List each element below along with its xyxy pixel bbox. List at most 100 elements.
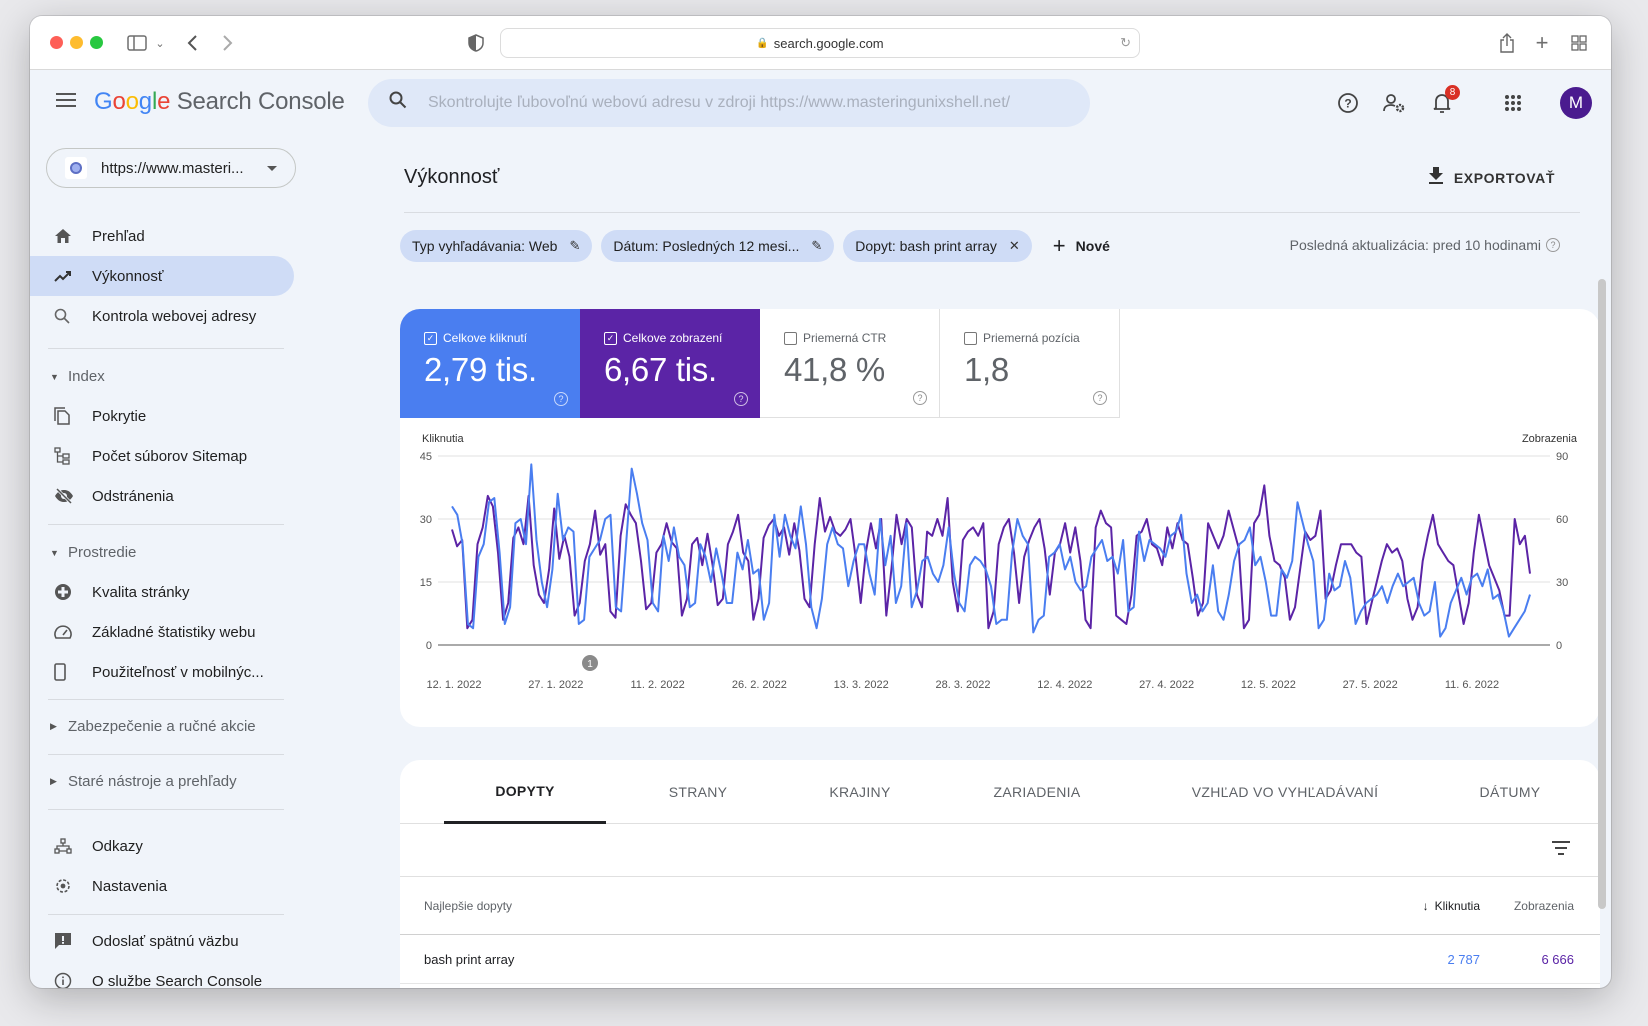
apps-grid-icon[interactable] xyxy=(1499,89,1527,117)
tab-countries[interactable]: KRAJINY xyxy=(790,760,930,824)
collapsed-arrow-icon: ▶ xyxy=(50,776,57,786)
notifications-icon[interactable]: 8 xyxy=(1428,85,1460,117)
tab-overview-icon[interactable] xyxy=(1568,30,1590,56)
tab-pages[interactable]: STRANY xyxy=(628,760,768,824)
close-icon[interactable]: ✕ xyxy=(1009,238,1020,254)
new-tab-icon[interactable]: + xyxy=(1531,30,1553,56)
metric-value: 2,79 tis. xyxy=(424,351,537,388)
last-update-info: Posledná aktualizácia: pred 10 hodinami … xyxy=(1290,237,1560,253)
section-index-toggle[interactable]: ▼ Index xyxy=(50,368,105,385)
metric-total-impressions[interactable]: ✓ Celkove zobrazení 6,67 tis. ? xyxy=(580,309,760,418)
help-icon[interactable]: ? xyxy=(554,392,568,406)
search-console-logo[interactable]: Google Search Console xyxy=(94,88,345,116)
minimize-window-button[interactable] xyxy=(70,36,83,49)
sidebar-item-overview[interactable]: Prehľad xyxy=(30,216,294,256)
sidebar-item-feedback[interactable]: Odoslať spätnú väzbu xyxy=(30,921,294,961)
divider xyxy=(48,524,284,525)
sort-desc-icon: ↓ xyxy=(1422,899,1429,913)
sidebar: https://www.masteri... Prehľad Výkonnosť… xyxy=(30,136,330,988)
checkbox-checked-icon[interactable]: ✓ xyxy=(604,331,617,345)
data-table-card: DOPYTY STRANY KRAJINY ZARIADENIA VZHĽAD … xyxy=(400,760,1600,988)
export-button[interactable]: EXPORTOVAŤ xyxy=(1428,166,1555,189)
checkbox-unchecked-icon[interactable] xyxy=(784,331,797,345)
section-experience-toggle[interactable]: ▼ Prostredie xyxy=(50,544,136,561)
dimension-tabs: DOPYTY STRANY KRAJINY ZARIADENIA VZHĽAD … xyxy=(400,760,1600,824)
metric-average-ctr[interactable]: Priemerná CTR 41,8 % ? xyxy=(760,309,940,418)
sidebar-item-removals[interactable]: Odstránenia xyxy=(30,476,294,516)
filter-bar: Typ vyhľadávania: Web ✎ Dátum: Poslednýc… xyxy=(400,230,1110,262)
y-tick-right: 0 xyxy=(1556,640,1562,652)
search-input[interactable] xyxy=(428,94,1090,112)
sidebar-item-coverage[interactable]: Pokrytie xyxy=(30,396,294,436)
filter-chip-query[interactable]: Dopyt: bash print array ✕ xyxy=(843,230,1032,262)
lock-icon: 🔒 xyxy=(756,37,769,49)
column-header-clicks[interactable]: ↓ Kliknutia xyxy=(1360,878,1480,934)
help-icon[interactable]: ? xyxy=(1334,89,1362,117)
section-legacy-toggle[interactable]: ▶ Staré nástroje a prehľady xyxy=(50,773,237,790)
sidebar-item-performance[interactable]: Výkonnosť xyxy=(30,256,294,296)
sidebar-item-sitemaps[interactable]: Počet súborov Sitemap xyxy=(30,436,294,476)
help-icon[interactable]: ? xyxy=(1546,238,1560,252)
main-content: Výkonnosť EXPORTOVAŤ Typ vyhľadávania: W… xyxy=(370,136,1600,988)
checkbox-unchecked-icon[interactable] xyxy=(964,331,977,345)
tab-queries[interactable]: DOPYTY xyxy=(444,760,606,824)
address-bar[interactable]: 🔒 search.google.com ↻ xyxy=(500,28,1140,58)
url-inspection-search[interactable] xyxy=(368,79,1090,127)
filter-chip-date[interactable]: Dátum: Posledných 12 mesi... ✎ xyxy=(601,230,835,262)
sidebar-item-mobile-usability[interactable]: Použiteľnosť v mobilnýc... xyxy=(30,652,294,692)
sidebar-item-links[interactable]: Odkazy xyxy=(30,826,294,866)
x-tick-label: 28. 3. 2022 xyxy=(935,679,990,691)
close-window-button[interactable] xyxy=(50,36,63,49)
help-icon[interactable]: ? xyxy=(913,391,927,405)
y-tick-right: 60 xyxy=(1556,514,1568,526)
help-icon[interactable]: ? xyxy=(1093,391,1107,405)
trending-up-icon xyxy=(54,270,92,282)
info-icon xyxy=(54,972,92,988)
x-tick-label: 27. 1. 2022 xyxy=(528,679,583,691)
tab-devices[interactable]: ZARIADENIA xyxy=(952,760,1122,824)
x-tick-label: 13. 3. 2022 xyxy=(834,679,889,691)
metric-total-clicks[interactable]: ✓ Celkove kliknutí 2,79 tis. ? xyxy=(400,309,580,418)
sidebar-item-page-experience[interactable]: Kvalita stránky xyxy=(30,572,294,612)
forward-icon[interactable] xyxy=(218,30,238,56)
globe-icon xyxy=(65,157,87,179)
tab-dates[interactable]: DÁTUMY xyxy=(1440,760,1580,824)
edit-icon[interactable]: ✎ xyxy=(569,238,580,254)
speedometer-icon xyxy=(54,625,92,639)
menu-icon[interactable] xyxy=(56,93,76,107)
sidebar-item-about[interactable]: O službe Search Console xyxy=(30,961,294,988)
filter-chip-search-type[interactable]: Typ vyhľadávania: Web ✎ xyxy=(400,230,593,262)
users-settings-icon[interactable] xyxy=(1381,89,1409,117)
sidebar-toggle-icon[interactable] xyxy=(126,30,148,56)
sidebar-item-settings[interactable]: Nastavenia xyxy=(30,866,294,906)
filter-icon[interactable] xyxy=(1552,841,1570,859)
annotation-marker-label[interactable]: 1 xyxy=(587,659,593,670)
collapsed-arrow-icon: ▶ xyxy=(50,721,57,731)
shield-icon[interactable] xyxy=(466,30,486,56)
y-tick-right: 90 xyxy=(1556,451,1568,463)
metric-average-position[interactable]: Priemerná pozícia 1,8 ? xyxy=(940,309,1120,418)
page-scrollbar[interactable] xyxy=(1598,279,1606,909)
chevron-down-icon[interactable]: ⌄ xyxy=(153,30,167,56)
column-header-impressions[interactable]: Zobrazenia xyxy=(1490,878,1574,934)
share-icon[interactable] xyxy=(1496,30,1518,56)
sidebar-item-url-inspection[interactable]: Kontrola webovej adresy xyxy=(30,296,294,336)
add-filter-button[interactable]: + Nové xyxy=(1053,233,1110,259)
url-text: search.google.com xyxy=(773,35,884,51)
checkbox-checked-icon[interactable]: ✓ xyxy=(424,331,437,345)
tab-search-appearance[interactable]: VZHĽAD VO VYHĽADÁVANÍ xyxy=(1160,760,1410,824)
help-icon[interactable]: ? xyxy=(734,392,748,406)
expand-arrow-icon: ▼ xyxy=(50,371,59,382)
avatar[interactable]: M xyxy=(1560,87,1592,119)
table-filter-row xyxy=(400,825,1600,877)
reload-icon[interactable]: ↻ xyxy=(1120,35,1131,51)
divider xyxy=(48,914,284,915)
sidebar-item-core-web-vitals[interactable]: Základné štatistiky webu xyxy=(30,612,294,652)
back-icon[interactable] xyxy=(182,30,202,56)
property-selector[interactable]: https://www.masteri... xyxy=(46,148,296,188)
zoom-window-button[interactable] xyxy=(90,36,103,49)
table-row[interactable]: bash print array 2 787 6 666 xyxy=(400,936,1600,984)
edit-icon[interactable]: ✎ xyxy=(811,238,822,254)
section-security-toggle[interactable]: ▶ Zabezpečenie a ručné akcie xyxy=(50,718,256,735)
y-tick-left: 0 xyxy=(426,640,432,652)
